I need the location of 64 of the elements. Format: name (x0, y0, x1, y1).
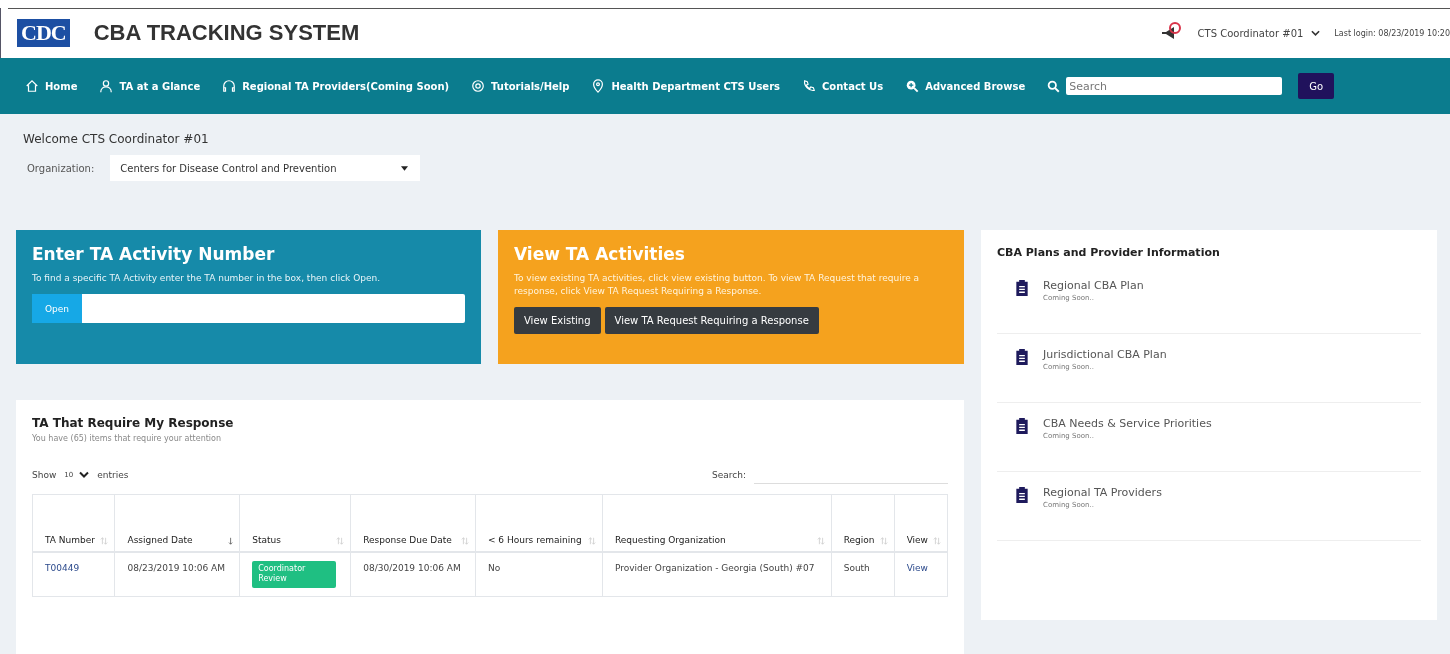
person-icon (99, 79, 114, 93)
chevron-down-icon[interactable] (1311, 30, 1321, 36)
search-icon (1047, 79, 1061, 93)
plan-title[interactable]: Jurisdictional CBA Plan (1043, 348, 1167, 361)
plan-title[interactable]: Regional CBA Plan (1043, 279, 1144, 292)
zoom-in-icon (905, 79, 920, 93)
nav-link[interactable]: Home (25, 79, 78, 93)
welcome-text: Welcome CTS Coordinator #01 (23, 132, 210, 146)
clipboard-icon (1015, 348, 1029, 365)
view-link[interactable]: View (906, 563, 928, 573)
home-icon (25, 79, 39, 93)
table-cell: No (475, 552, 603, 597)
user-menu[interactable]: CTS Coordinator #01 (1197, 27, 1304, 39)
show-label: Show (32, 469, 57, 480)
last-login-text: Last login: 08/23/2019 10:20 (1334, 28, 1450, 38)
view-button[interactable]: View Existing (514, 307, 601, 335)
nav-link[interactable]: TA at a Glance (99, 79, 201, 93)
nav-link[interactable]: Regional TA Providers(Coming Soon) (222, 79, 450, 93)
phone-icon (802, 79, 817, 93)
clipboard-icon (1015, 417, 1029, 434)
go-button[interactable]: Go (1298, 73, 1335, 99)
column-header[interactable]: Requesting Organization (602, 494, 832, 552)
nav-link[interactable]: Advanced Browse (905, 79, 1026, 93)
app-title: CBA TRACKING SYSTEM (93, 20, 360, 46)
view-button[interactable]: View TA Request Requiring a Response (604, 307, 819, 335)
column-header[interactable]: View (894, 494, 948, 552)
panel-title: CBA Plans and Provider Information (997, 246, 1221, 259)
card-title: Enter TA Activity Number (32, 244, 276, 264)
search-field[interactable]: Search (1066, 77, 1283, 95)
headset-icon (222, 79, 237, 93)
card-description: To find a specific TA Activity enter the TA number in the box, then click Open. (32, 272, 382, 285)
plan-title[interactable]: Regional TA Providers (1043, 486, 1162, 499)
nav-link[interactable]: Health Department CTS Users (591, 79, 781, 93)
card-subtitle: You have (65) items that require your attention (32, 434, 223, 443)
table-cell: 08/30/2019 10:06 AM (350, 552, 476, 597)
clipboard-icon (1015, 486, 1029, 503)
column-header[interactable]: TA Number (32, 494, 115, 552)
card-description: To view existing TA activities, click view existing button. To view TA Request that require a response, click View TA Request Requiring a Response. (514, 272, 921, 299)
column-header[interactable]: Region (831, 494, 895, 552)
plan-title[interactable]: CBA Needs & Service Priorities (1043, 417, 1212, 430)
clipboard-icon (1015, 279, 1029, 296)
card-title: View TA Activities (514, 244, 686, 264)
column-header[interactable]: Assigned Date (115, 494, 240, 552)
table-cell: South (831, 552, 895, 597)
ta-number-link[interactable]: T00449 (45, 563, 80, 573)
location-pin-icon (591, 79, 606, 93)
ta-number-field[interactable] (82, 294, 465, 324)
table-cell: Provider Organization - Georgia (South) #07 (602, 552, 832, 597)
table-cell: 08/23/2019 10:06 AM (115, 552, 240, 597)
help-icon (471, 79, 486, 93)
entries-label: entries (97, 469, 129, 480)
column-header[interactable]: Response Due Date (350, 494, 476, 552)
dropdown-caret-icon (401, 165, 409, 171)
column-header[interactable]: < 6 Hours remaining (475, 494, 603, 552)
organization-label: Organization: (27, 162, 95, 174)
organization-dropdown[interactable]: Centers for Disease Control and Prevention (110, 155, 421, 181)
cdc-logo: CDC (17, 19, 70, 47)
nav-link[interactable]: Tutorials/Help (471, 79, 570, 93)
status-badge: Coordinator Review (252, 561, 337, 588)
column-header[interactable]: Status (239, 494, 351, 552)
search-label: Search: (712, 469, 746, 480)
chevron-down-icon (79, 471, 90, 478)
card-title: TA That Require My Response (32, 416, 235, 430)
nav-link[interactable]: Contact Us (802, 79, 884, 93)
